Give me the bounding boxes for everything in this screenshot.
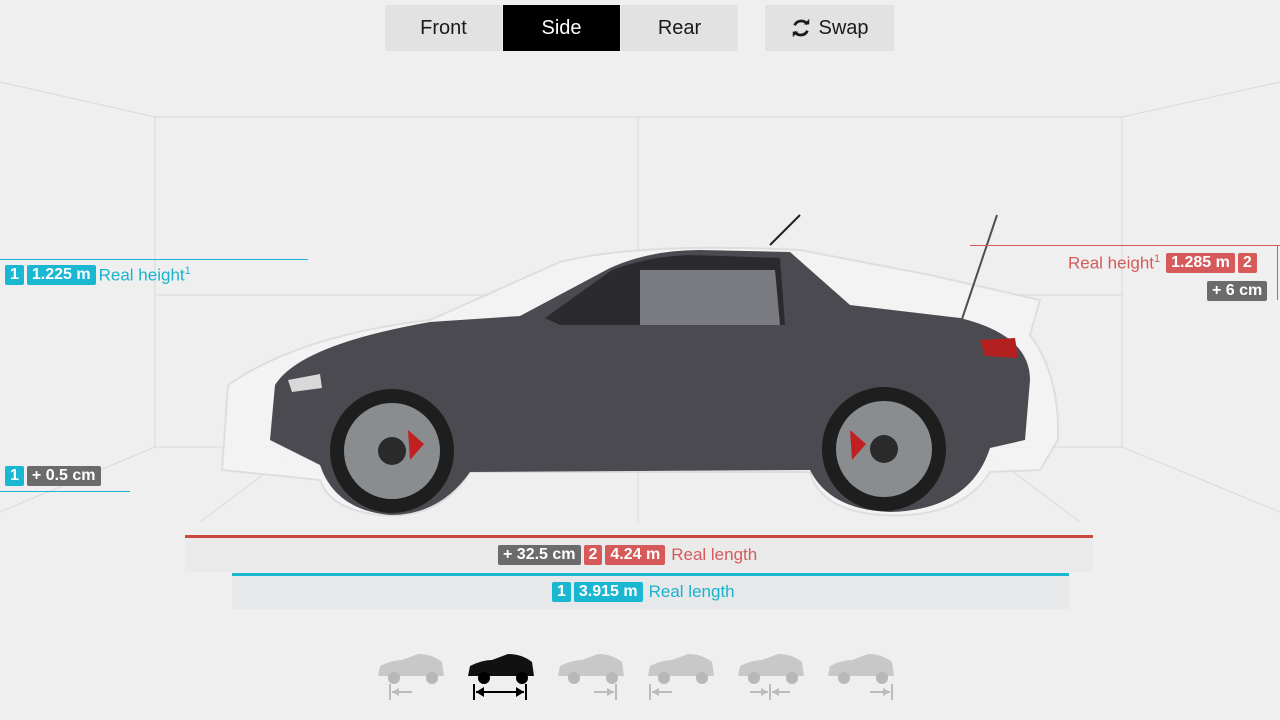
car1-ground-row: 1 + 0.5 cm [5,466,104,486]
car1-length-row: 1 3.915 m Real length [552,582,735,602]
car2-badge-length: 2 [583,545,603,565]
car-comparison-scene [220,214,1060,517]
car2-length-value: 4.24 m [605,545,666,565]
car1-ground-diff: + 0.5 cm [26,466,101,486]
car1-badge-ground: 1 [5,466,24,486]
swap-button[interactable]: Swap [765,5,894,51]
car1-silhouette [270,214,1030,515]
car1-height-value: 1.225 m [26,265,96,286]
car-align-center-expand-icon [468,654,534,700]
car1-height-label: Real height1 [98,265,191,285]
align-center-expand-button[interactable] [462,648,538,704]
car-align-left-icon [378,654,444,700]
car2-length-row: + 32.5 cm 2 4.24 m Real length [498,545,757,565]
car2-height-row: Real height1 1.285 m 2 [1068,253,1260,274]
view-toggle-group: Front Side Rear [385,5,739,51]
car2-height-value: 1.285 m [1166,253,1235,274]
car2-height-diff-row: + 6 cm [1207,281,1270,301]
view-rear-button[interactable]: Rear [621,5,738,51]
car2-height-tick [1277,245,1278,300]
car-align-center-contract-icon [738,654,804,700]
car2-height-line [970,245,1280,246]
car2-length-diff: + 32.5 cm [498,545,581,565]
refresh-icon [793,18,810,38]
car1-badge: 1 [5,265,24,286]
car-align-left-alt-icon [648,654,714,700]
car1-height-line [0,259,308,260]
align-center-contract-button[interactable] [732,648,808,704]
view-front-button[interactable]: Front [385,5,502,51]
swap-label: Swap [818,16,869,39]
car2-length-label: Real length [671,545,758,564]
view-side-button[interactable]: Side [503,5,620,51]
car1-badge-length: 1 [552,582,571,602]
car-align-right-icon [558,654,624,700]
car1-length-value: 3.915 m [573,582,643,602]
align-left-button[interactable] [372,648,448,704]
car-align-right-alt-icon [828,654,894,700]
car1-ground-line [0,491,130,492]
car2-badge: 2 [1237,253,1257,274]
car1-length-label: Real length [648,582,735,601]
align-right-2-button[interactable] [822,648,898,704]
align-right-button[interactable] [552,648,628,704]
alignment-options [372,648,898,704]
car2-height-diff: + 6 cm [1207,281,1268,301]
car2-height-label: Real height1 [1068,253,1161,273]
car1-height-row: 1 1.225 m Real height1 [5,265,191,286]
align-left-2-button[interactable] [642,648,718,704]
